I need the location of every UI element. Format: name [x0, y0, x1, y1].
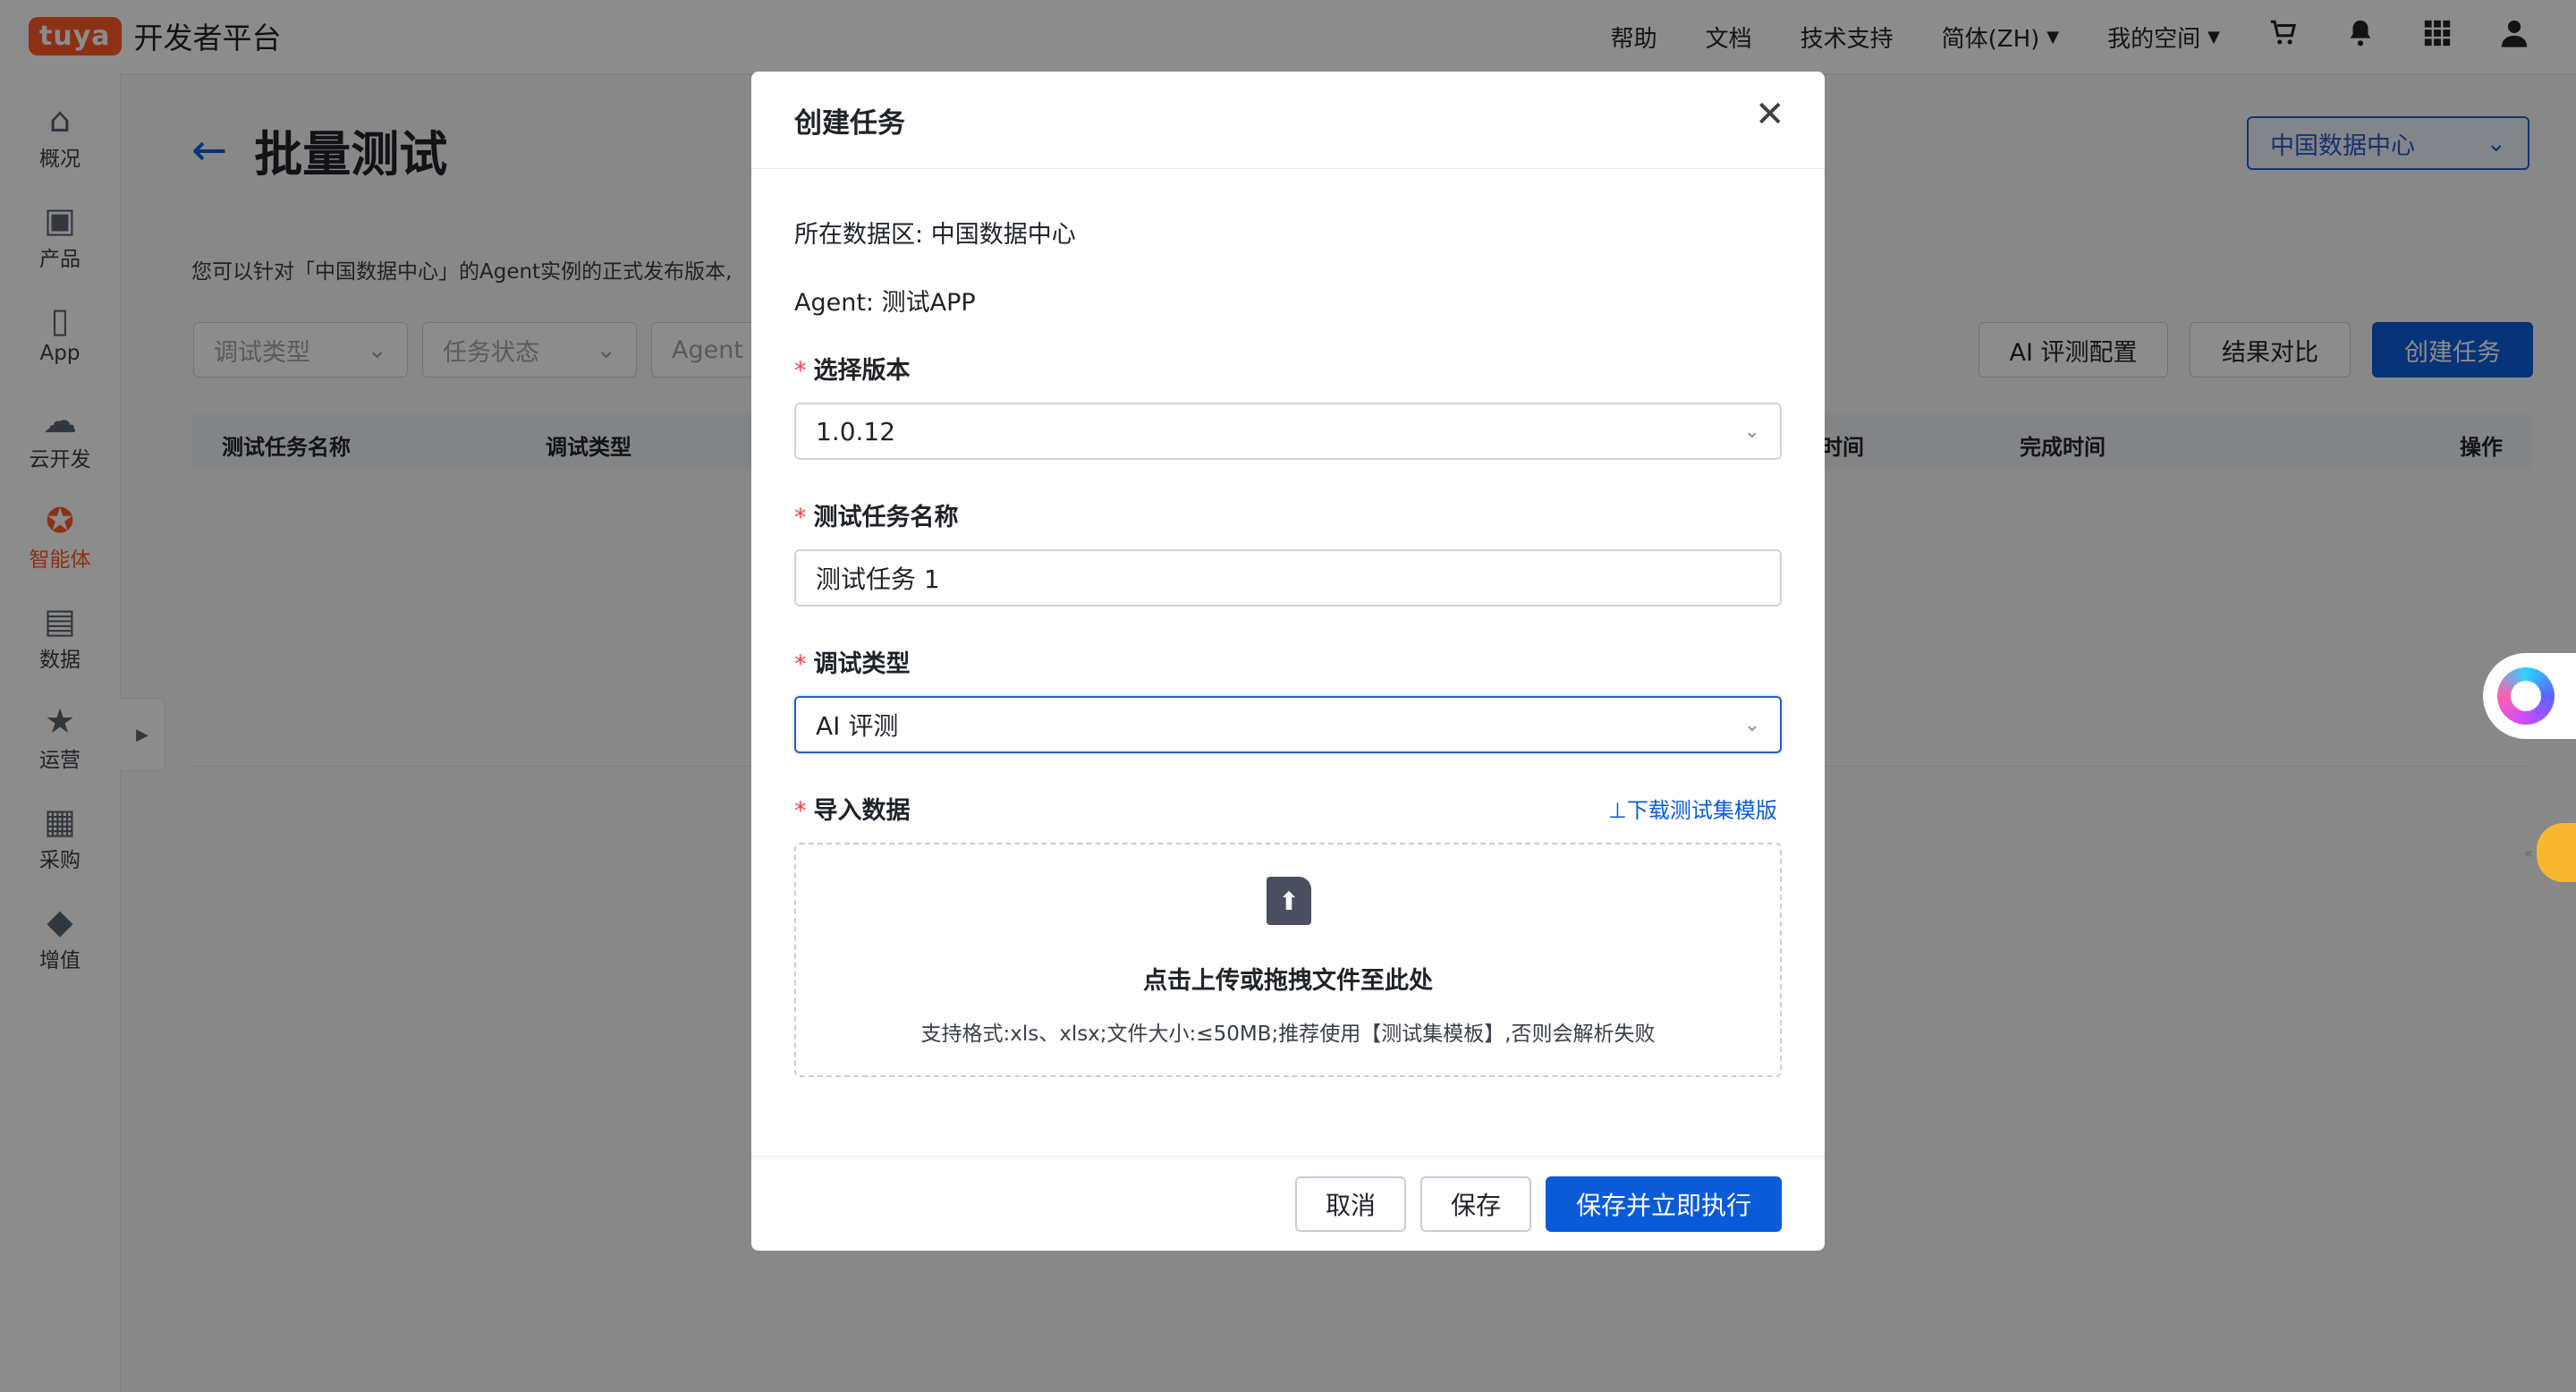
- chevron-down-icon: ⌄: [1743, 420, 1760, 443]
- upload-hint: 支持格式:xls、xlsx;文件大小:≤50MB;推荐使用【测试集模板】,否则会…: [920, 1023, 1656, 1046]
- task-name-label-text: 测试任务名称: [813, 504, 959, 531]
- region-info-value: 中国数据中心: [930, 221, 1076, 249]
- close-icon[interactable]: ✕: [1755, 97, 1785, 132]
- version-select[interactable]: 1.0.12 ⌄: [794, 403, 1782, 460]
- download-template-link[interactable]: ⊥下载测试集模版: [1608, 793, 1777, 824]
- save-button[interactable]: 保存: [1420, 1176, 1531, 1232]
- required-mark: *: [794, 357, 807, 385]
- import-data-label-text: 导入数据: [813, 797, 911, 825]
- import-data-label: * 导入数据: [794, 791, 911, 826]
- task-name-input[interactable]: 测试任务 1: [794, 549, 1782, 607]
- agent-info-value: 测试APP: [881, 289, 976, 317]
- assistant-orb-center: [2511, 681, 2541, 711]
- upload-title: 点击上传或拖拽文件至此处: [1143, 967, 1433, 995]
- required-mark: *: [794, 650, 807, 678]
- debug-type-label: * 调试类型: [794, 644, 911, 679]
- version-select-value: 1.0.12: [816, 416, 896, 446]
- create-task-modal: 创建任务 ✕ 所在数据区: 中国数据中心 Agent: 测试APP * 选择版本 …: [751, 72, 1825, 1251]
- agent-info-label: Agent:: [794, 289, 875, 317]
- debug-type-select-value: AI 评测: [816, 711, 899, 741]
- cancel-button[interactable]: 取消: [1295, 1176, 1406, 1232]
- modal-header: 创建任务 ✕: [751, 72, 1825, 169]
- ai-assistant-button[interactable]: [2483, 653, 2576, 739]
- chevron-down-icon: ⌄: [1743, 713, 1760, 736]
- upload-file-icon: ⬆: [1267, 877, 1311, 925]
- region-info-label: 所在数据区:: [794, 221, 924, 249]
- agent-info: Agent: 测试APP: [794, 283, 976, 318]
- region-info: 所在数据区: 中国数据中心: [794, 215, 1076, 250]
- version-label-text: 选择版本: [813, 357, 911, 385]
- assistant-orb-icon: [2497, 667, 2555, 725]
- upload-dropzone[interactable]: ⬆ 点击上传或拖拽文件至此处 支持格式:xls、xlsx;文件大小:≤50MB;…: [794, 843, 1782, 1077]
- chevron-left-icon[interactable]: «: [2524, 845, 2533, 862]
- modal-title: 创建任务: [794, 107, 905, 140]
- version-label: * 选择版本: [794, 351, 911, 386]
- task-name-label: * 测试任务名称: [794, 497, 959, 532]
- debug-type-select[interactable]: AI 评测 ⌄: [794, 696, 1782, 753]
- debug-type-label-text: 调试类型: [813, 650, 911, 678]
- required-mark: *: [794, 797, 807, 825]
- save-and-run-button[interactable]: 保存并立即执行: [1546, 1176, 1782, 1232]
- task-name-input-value: 测试任务 1: [816, 564, 940, 594]
- required-mark: *: [794, 504, 807, 531]
- modal-footer: 取消 保存 保存并立即执行: [751, 1156, 1825, 1251]
